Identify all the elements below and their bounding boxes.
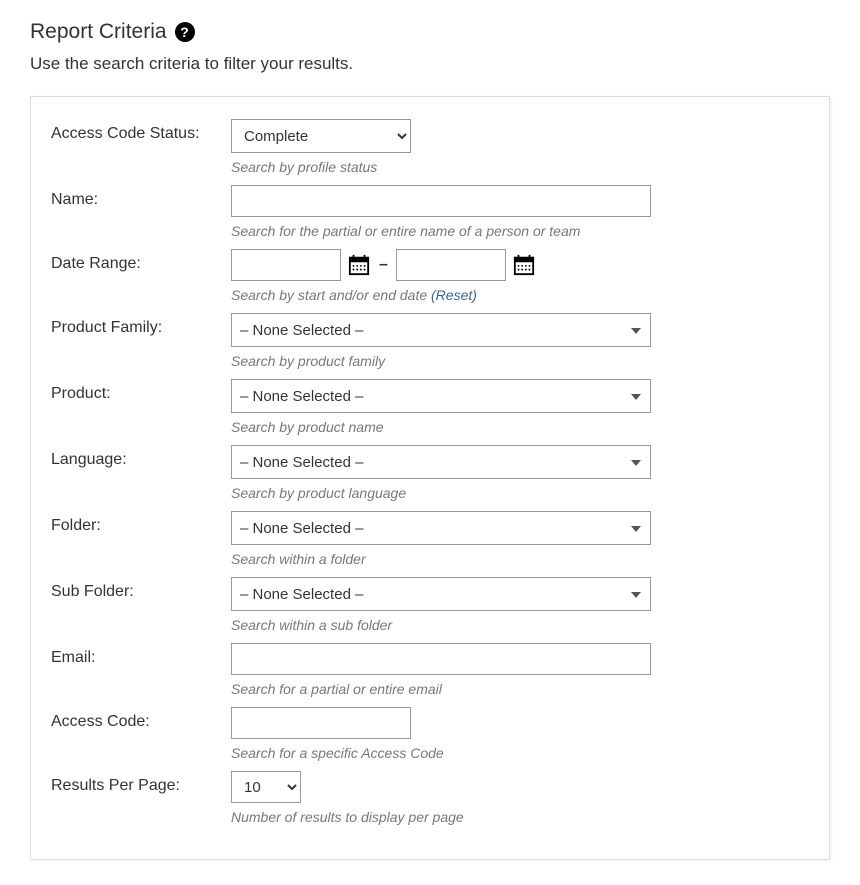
access-code-status-select[interactable]: Complete <box>231 119 411 153</box>
name-hint: Search for the partial or entire name of… <box>231 223 809 239</box>
product-family-label: Product Family: <box>51 313 231 337</box>
results-per-page-select[interactable]: 10 <box>231 771 301 803</box>
date-range-hint: Search by start and/or end date (Reset) <box>231 287 809 303</box>
page-subtitle: Use the search criteria to filter your r… <box>30 54 830 74</box>
report-criteria-form: Access Code Status: Complete Search by p… <box>30 96 830 860</box>
name-input[interactable] <box>231 185 651 217</box>
product-family-hint: Search by product family <box>231 353 809 369</box>
folder-select[interactable]: – None Selected – <box>231 511 651 545</box>
email-input[interactable] <box>231 643 651 675</box>
results-per-page-hint: Number of results to display per page <box>231 809 809 825</box>
access-code-input[interactable] <box>231 707 411 739</box>
product-family-select[interactable]: – None Selected – <box>231 313 651 347</box>
date-start-input[interactable] <box>231 249 341 281</box>
language-select[interactable]: – None Selected – <box>231 445 651 479</box>
product-hint: Search by product name <box>231 419 809 435</box>
folder-label: Folder: <box>51 511 231 535</box>
email-hint: Search for a partial or entire email <box>231 681 809 697</box>
date-end-input[interactable] <box>396 249 506 281</box>
date-range-label: Date Range: <box>51 249 231 273</box>
folder-hint: Search within a folder <box>231 551 809 567</box>
results-per-page-label: Results Per Page: <box>51 771 231 795</box>
help-icon[interactable]: ? <box>175 22 195 42</box>
sub-folder-label: Sub Folder: <box>51 577 231 601</box>
language-label: Language: <box>51 445 231 469</box>
date-range-separator: – <box>377 256 390 274</box>
name-label: Name: <box>51 185 231 209</box>
email-label: Email: <box>51 643 231 667</box>
calendar-icon[interactable] <box>347 253 371 277</box>
access-code-hint: Search for a specific Access Code <box>231 745 809 761</box>
sub-folder-select[interactable]: – None Selected – <box>231 577 651 611</box>
date-reset-link[interactable]: (Reset) <box>431 287 477 303</box>
date-range-hint-text: Search by start and/or end date <box>231 287 431 303</box>
product-label: Product: <box>51 379 231 403</box>
sub-folder-hint: Search within a sub folder <box>231 617 809 633</box>
calendar-icon[interactable] <box>512 253 536 277</box>
access-code-status-hint: Search by profile status <box>231 159 809 175</box>
product-select[interactable]: – None Selected – <box>231 379 651 413</box>
language-hint: Search by product language <box>231 485 809 501</box>
page-title: Report Criteria <box>30 20 167 44</box>
access-code-label: Access Code: <box>51 707 231 731</box>
access-code-status-label: Access Code Status: <box>51 119 231 143</box>
